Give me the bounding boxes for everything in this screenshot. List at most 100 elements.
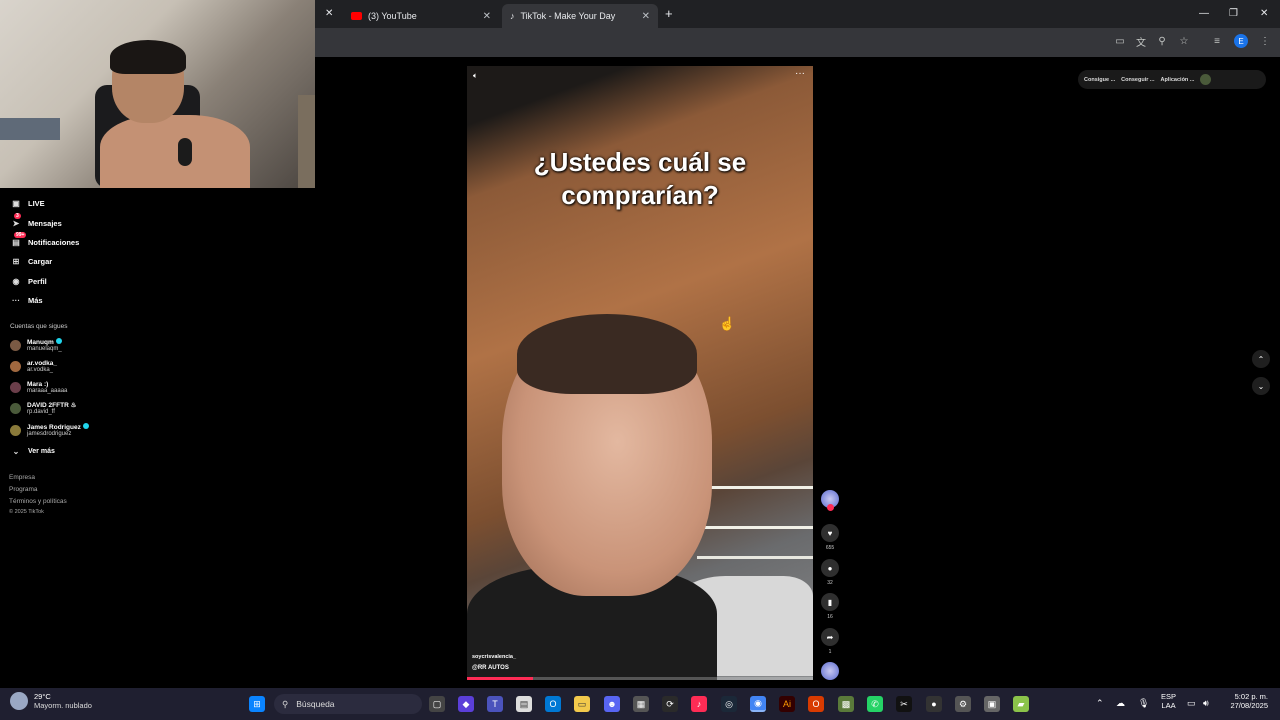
extension-link[interactable]: Conseguir ...: [1121, 77, 1154, 83]
file-explorer-icon[interactable]: ▭: [574, 696, 590, 712]
nav-label: Notificaciones: [28, 237, 80, 247]
comment-button[interactable]: ● 32: [821, 559, 839, 586]
tab-tiktok[interactable]: ♪ TikTok - Make Your Day ✕: [502, 4, 658, 28]
avatar: [10, 360, 21, 372]
like-button[interactable]: ♥ 655: [821, 524, 839, 551]
app-icon[interactable]: ▰: [1013, 696, 1029, 712]
extension-avatar[interactable]: [1200, 74, 1212, 85]
video-tag[interactable]: @RR AUTOS: [472, 665, 509, 671]
cast-icon[interactable]: ▭: [1113, 34, 1127, 48]
followed-account[interactable]: James Rodriguez jamesdrodriguez: [10, 420, 89, 440]
account-name: James Rodriguez: [27, 424, 81, 431]
task-view-icon[interactable]: ▢: [429, 696, 445, 712]
video-progress-bar[interactable]: [467, 677, 813, 680]
upload-icon: ⊞: [12, 256, 20, 266]
notifications-icon: ▤ 99+: [12, 231, 27, 247]
reading-list-icon[interactable]: ≡: [1210, 34, 1224, 48]
save-button[interactable]: ▮ 16: [821, 593, 839, 620]
clock[interactable]: 5:02 p. m. 27/08/2025: [1224, 692, 1268, 710]
nav-messages[interactable]: ➤ 3 Mensajes: [10, 212, 62, 230]
weather-widget[interactable]: 29°C Mayorm. nublado: [10, 692, 92, 710]
follow-plus-icon[interactable]: [826, 504, 834, 511]
tiktok-icon: ♪: [510, 11, 515, 21]
close-window-button[interactable]: ✕: [1260, 8, 1268, 19]
settings-icon[interactable]: ⚙: [955, 696, 971, 712]
network-icon[interactable]: ▭: [1187, 698, 1196, 709]
volume-icon[interactable]: 🔊︎: [1203, 698, 1209, 709]
temperature: 29°C: [34, 692, 51, 701]
store-icon[interactable]: ▦: [633, 696, 649, 712]
nav-more[interactable]: ··· Más: [10, 293, 43, 307]
footer-link[interactable]: Empresa: [9, 474, 35, 481]
chrome-icon[interactable]: ◉: [750, 696, 766, 712]
close-tab-icon[interactable]: ✕: [642, 11, 650, 22]
followed-account[interactable]: ar.vodka_ ar.vodka_: [10, 356, 57, 376]
app-window-icon[interactable]: ▣: [984, 696, 1000, 712]
more-icon: ···: [12, 295, 20, 305]
save-count: 16: [827, 614, 833, 620]
nav-profile[interactable]: ◉ Perfil: [10, 274, 47, 288]
tab-label: (3) YouTube: [368, 11, 417, 21]
tab-youtube[interactable]: (3) YouTube ✕: [343, 4, 499, 28]
volume-icon[interactable]: 🔈︎: [473, 71, 478, 81]
copilot-icon[interactable]: ◆: [458, 696, 474, 712]
bookmark-star-icon[interactable]: ☆: [1177, 34, 1191, 48]
chevron-down-icon: ⌄: [1257, 381, 1265, 391]
whatsapp-icon[interactable]: ✆: [867, 696, 883, 712]
outlook-icon[interactable]: O: [545, 696, 561, 712]
verified-icon: [55, 338, 62, 344]
footer-link[interactable]: Programa: [9, 486, 38, 493]
nav-upload[interactable]: ⊞ Cargar: [10, 254, 53, 268]
minecraft-icon[interactable]: ▩: [838, 696, 854, 712]
heart-icon: ♥: [821, 524, 839, 542]
see-more-link[interactable]: ⌄ Ver más: [10, 444, 55, 458]
time: 5:02 p. m.: [1234, 692, 1268, 701]
previous-video-button[interactable]: ⌃: [1252, 350, 1270, 368]
nav-label: Mensajes: [28, 218, 62, 228]
followed-account[interactable]: Mara :) maraaa_aaaaa: [10, 377, 67, 397]
followed-account[interactable]: DAVID 2FFTR ♨ rp.david_ff: [10, 398, 76, 418]
sound-disc[interactable]: [821, 662, 839, 680]
obs-icon[interactable]: ●: [926, 696, 942, 712]
office-icon[interactable]: O: [808, 696, 824, 712]
comment-count: 32: [827, 580, 833, 586]
nav-live[interactable]: ▣ LIVE: [10, 196, 44, 210]
followed-account[interactable]: Manuqm manuelaqm_: [10, 335, 62, 355]
onedrive-icon[interactable]: ☁: [1116, 698, 1125, 709]
extension-link[interactable]: Consigue ...: [1084, 77, 1115, 83]
video-username[interactable]: soycrisvalencia_: [472, 654, 516, 660]
video-caption: ¿Ustedes cuál se comprarían?: [533, 147, 747, 211]
app-icon[interactable]: ⟳: [662, 696, 678, 712]
video-player[interactable]: 🔈︎ ··· ¿Ustedes cuál se comprarían? soyc…: [467, 66, 813, 680]
restore-button[interactable]: ❐: [1229, 8, 1238, 19]
taskbar-search[interactable]: ⚲ Búsqueda: [274, 694, 422, 714]
tiktok-app-icon[interactable]: ♪: [691, 696, 707, 712]
profile-avatar[interactable]: E: [1234, 34, 1248, 48]
account-name: ar.vodka_: [27, 359, 57, 367]
teams-icon[interactable]: T: [487, 696, 503, 712]
creator-avatar[interactable]: [821, 490, 839, 511]
next-video-button[interactable]: ⌄: [1252, 377, 1270, 395]
zoom-icon[interactable]: ⚲: [1155, 34, 1169, 48]
steam-icon[interactable]: ◎: [721, 696, 737, 712]
close-prev-tab-icon[interactable]: ✕: [325, 8, 333, 19]
microphone-icon[interactable]: 🎙︎: [1138, 698, 1149, 709]
video-more-icon[interactable]: ···: [795, 68, 805, 79]
extension-link[interactable]: Aplicación ...: [1160, 77, 1194, 83]
illustrator-icon[interactable]: Ai: [779, 696, 795, 712]
messages-badge: 3: [14, 212, 21, 219]
footer-link[interactable]: Términos y políticas: [9, 498, 67, 505]
language-indicator[interactable]: ESP LAA: [1161, 692, 1176, 710]
discord-icon[interactable]: ☻: [604, 696, 620, 712]
chevron-up-icon[interactable]: ⌃: [1096, 698, 1104, 709]
file-icon[interactable]: ▤: [516, 696, 532, 712]
share-button[interactable]: ➦ 1: [821, 628, 839, 655]
capcut-icon[interactable]: ✂: [896, 696, 912, 712]
new-tab-button[interactable]: +: [665, 6, 673, 21]
menu-icon[interactable]: ⋮: [1258, 34, 1272, 48]
translate-icon[interactable]: 文: [1134, 34, 1148, 49]
close-tab-icon[interactable]: ✕: [483, 11, 491, 22]
windows-start-icon[interactable]: ⊞: [249, 696, 265, 712]
minimize-button[interactable]: —: [1199, 8, 1209, 19]
nav-notifications[interactable]: ▤ 99+ Notificaciones: [10, 231, 80, 249]
